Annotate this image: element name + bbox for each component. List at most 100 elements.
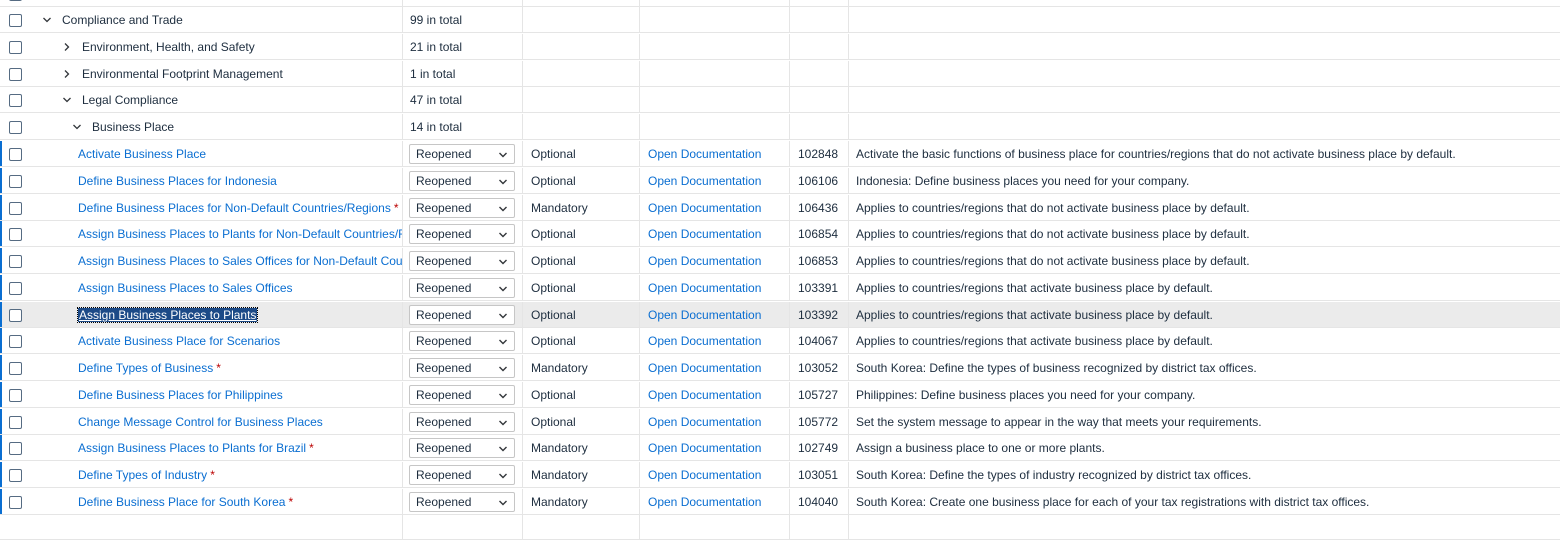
activity-type: Mandatory [523, 195, 640, 221]
status-select[interactable]: Reopened [409, 465, 515, 485]
required-marker: * [309, 441, 314, 455]
row-checkbox[interactable] [8, 281, 22, 295]
table-row-partial[interactable] [0, 514, 1560, 540]
open-documentation-link[interactable]: Open Documentation [648, 281, 761, 295]
activity-link[interactable]: Define Business Places for Indonesia [78, 174, 277, 188]
table-row[interactable]: Assign Business Places to Plants for Non… [0, 221, 1560, 247]
table-row-partial[interactable] [0, 0, 1560, 7]
row-checkbox[interactable] [8, 468, 22, 482]
table-row[interactable]: Define Business Places for Philippines R… [0, 382, 1560, 408]
open-documentation-link[interactable]: Open Documentation [648, 361, 761, 375]
activity-name: Change Message Control for Business Plac… [78, 415, 323, 429]
open-documentation-link[interactable]: Open Documentation [648, 334, 761, 348]
status-select[interactable]: Reopened [409, 385, 515, 405]
open-documentation-link[interactable]: Open Documentation [648, 147, 761, 161]
row-checkbox[interactable] [8, 334, 22, 348]
activity-name: Define Business Places for Non-Default C… [78, 201, 391, 215]
table-row[interactable]: Assign Business Places to Plants for Bra… [0, 435, 1560, 461]
activity-link[interactable]: Change Message Control for Business Plac… [78, 415, 323, 429]
table-row[interactable]: Define Types of Business * Reopened Manda… [0, 355, 1560, 381]
table-row[interactable]: Change Message Control for Business Plac… [0, 409, 1560, 435]
chevron-right-icon[interactable] [62, 69, 76, 79]
table-row[interactable]: Define Types of Industry * Reopened Manda… [0, 462, 1560, 488]
activity-link[interactable]: Assign Business Places to Plants [76, 307, 259, 323]
open-documentation-link[interactable]: Open Documentation [648, 254, 761, 268]
open-documentation-link[interactable]: Open Documentation [648, 495, 761, 509]
row-checkbox[interactable] [8, 93, 22, 107]
chevron-down-icon[interactable] [62, 95, 76, 105]
open-documentation-link[interactable]: Open Documentation [648, 388, 761, 402]
status-select[interactable]: Reopened [409, 198, 515, 218]
activity-description: Applies to countries/regions that activa… [856, 334, 1213, 348]
activity-link[interactable]: Define Business Places for Non-Default C… [78, 201, 391, 215]
open-documentation-link[interactable]: Open Documentation [648, 227, 761, 241]
activity-link[interactable]: Define Types of Industry [78, 468, 207, 482]
status-value: Reopened [416, 388, 472, 402]
row-checkbox[interactable] [8, 40, 22, 54]
row-checkbox[interactable] [8, 13, 22, 27]
open-documentation-link[interactable]: Open Documentation [648, 308, 761, 322]
row-checkbox[interactable] [8, 254, 22, 268]
group-row-business-place[interactable]: Business Place 14 in total [0, 114, 1560, 140]
row-checkbox[interactable] [8, 415, 22, 429]
status-select[interactable]: Reopened [409, 171, 515, 191]
row-checkbox[interactable] [8, 147, 22, 161]
activity-link[interactable]: Assign Business Places to Plants for Bra… [78, 441, 306, 455]
activity-link[interactable]: Assign Business Places to Sales Offices … [78, 254, 402, 268]
activity-link[interactable]: Define Types of Business [78, 361, 213, 375]
row-checkbox[interactable] [8, 227, 22, 241]
open-documentation-link[interactable]: Open Documentation [648, 441, 761, 455]
table-row[interactable]: Define Business Places for Indonesia Reo… [0, 168, 1560, 194]
activity-link[interactable]: Define Business Place for South Korea [78, 495, 285, 509]
chevron-down-icon [498, 363, 508, 373]
status-select[interactable]: Reopened [409, 492, 515, 512]
group-row-environmental-footprint[interactable]: Environmental Footprint Management 1 in … [0, 61, 1560, 87]
status-select[interactable]: Reopened [409, 358, 515, 378]
open-documentation-link[interactable]: Open Documentation [648, 174, 761, 188]
table-row[interactable]: Assign Business Places to Sales Offices … [0, 248, 1560, 274]
activity-description: South Korea: Define the types of industr… [856, 468, 1252, 482]
status-select[interactable]: Reopened [409, 412, 515, 432]
table-row[interactable]: Define Business Place for South Korea * R… [0, 489, 1560, 515]
status-select[interactable]: Reopened [409, 438, 515, 458]
activity-description: Applies to countries/regions that do not… [856, 254, 1250, 268]
activity-link[interactable]: Assign Business Places to Sales Offices [78, 281, 293, 295]
chevron-down-icon[interactable] [72, 122, 86, 132]
chevron-down-icon[interactable] [42, 15, 56, 25]
row-checkbox[interactable] [8, 0, 22, 1]
row-checkbox[interactable] [8, 441, 22, 455]
status-select[interactable]: Reopened [409, 251, 515, 271]
group-row-compliance-and-trade[interactable]: Compliance and Trade 99 in total [0, 7, 1560, 33]
row-checkbox[interactable] [8, 201, 22, 215]
row-checkbox[interactable] [8, 120, 22, 134]
table-row[interactable]: Define Business Places for Non-Default C… [0, 195, 1560, 221]
status-select[interactable]: Reopened [409, 331, 515, 351]
open-documentation-link[interactable]: Open Documentation [648, 415, 761, 429]
row-checkbox[interactable] [8, 67, 22, 81]
table-row[interactable]: Activate Business Place for Scenarios Re… [0, 328, 1560, 354]
status-select[interactable]: Reopened [409, 305, 515, 325]
activity-id: 105772 [790, 409, 849, 435]
chevron-right-icon[interactable] [62, 42, 76, 52]
open-documentation-link[interactable]: Open Documentation [648, 201, 761, 215]
group-row-environment-health-safety[interactable]: Environment, Health, and Safety 21 in to… [0, 34, 1560, 60]
activity-type: Mandatory [523, 355, 640, 381]
row-checkbox[interactable] [8, 361, 22, 375]
activity-name: Activate Business Place [78, 147, 207, 161]
open-documentation-link[interactable]: Open Documentation [648, 468, 761, 482]
table-row[interactable]: Activate Business Place Reopened Optiona… [0, 141, 1560, 167]
activity-link[interactable]: Assign Business Places to Plants for Non… [78, 227, 402, 241]
row-checkbox[interactable] [8, 308, 22, 322]
row-checkbox[interactable] [8, 388, 22, 402]
activity-link[interactable]: Activate Business Place for Scenarios [78, 334, 280, 348]
group-row-legal-compliance[interactable]: Legal Compliance 47 in total [0, 87, 1560, 113]
activity-link[interactable]: Activate Business Place [78, 147, 206, 161]
row-checkbox[interactable] [8, 174, 22, 188]
row-checkbox[interactable] [8, 495, 22, 509]
table-row[interactable]: Assign Business Places to Sales Offices … [0, 275, 1560, 301]
status-select[interactable]: Reopened [409, 278, 515, 298]
status-select[interactable]: Reopened [409, 224, 515, 244]
status-select[interactable]: Reopened [409, 144, 515, 164]
table-row[interactable]: Assign Business Places to Plants Reopene… [0, 302, 1560, 328]
activity-link[interactable]: Define Business Places for Philippines [78, 388, 283, 402]
